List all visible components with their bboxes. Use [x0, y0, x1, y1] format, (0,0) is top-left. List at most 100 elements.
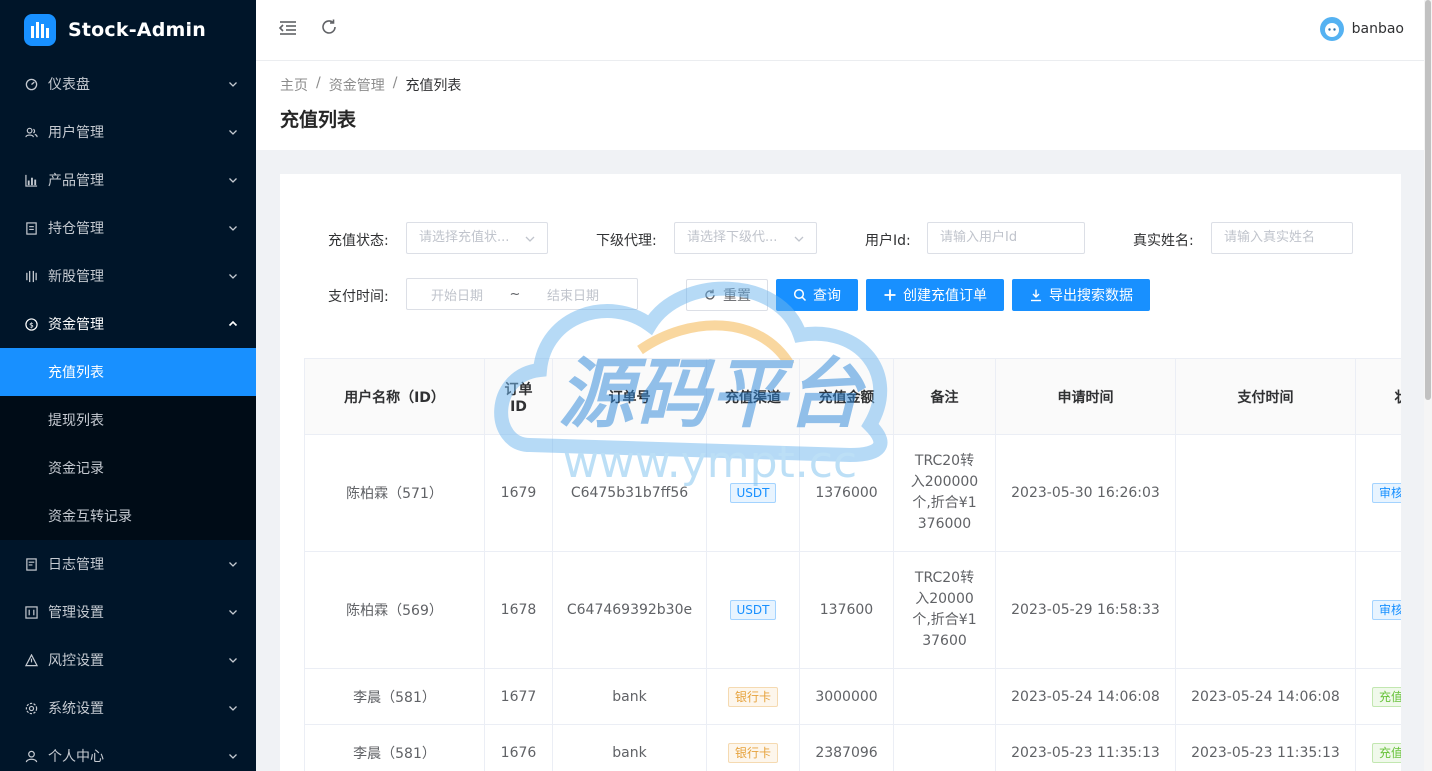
sidebar-item-label: 产品管理: [48, 173, 104, 189]
breadcrumb-separator: /: [392, 75, 398, 91]
sidebar-subitem[interactable]: 充值列表: [0, 348, 256, 396]
download-icon: [1031, 289, 1041, 302]
channel-tag: USDT: [729, 483, 777, 503]
logo-icon: [24, 14, 56, 46]
sidebar-item[interactable]: 仪表盘: [0, 60, 256, 108]
table-cell-channel: USDT: [707, 435, 800, 552]
table-cell-remark: TRC20转入20000个,折合¥137600: [894, 552, 996, 669]
pay-time-label: 支付时间:: [328, 289, 389, 305]
real-name-label: 真实姓名:: [1133, 233, 1194, 249]
menu-fold-icon[interactable]: [278, 18, 300, 40]
position-icon: [24, 221, 38, 235]
breadcrumb-current: 充值列表: [405, 78, 462, 94]
sidebar-item[interactable]: 新股管理: [0, 252, 256, 300]
table-row[interactable]: 李晨（581） 1677 bank 银行卡 3000000 2023-05-24 14:0…: [305, 669, 1401, 725]
sidebar-item-label: 资金管理: [48, 317, 104, 333]
sidebar-item[interactable]: $ 资金管理: [0, 300, 256, 348]
table-cell-amount: 3000000: [800, 669, 894, 725]
sidebar-subitem[interactable]: 提现列表: [0, 396, 256, 444]
channel-tag: 银行卡: [727, 686, 778, 707]
table-cell-id: 1678: [485, 552, 553, 669]
create-order-label: 创建充值订单: [903, 288, 987, 304]
chevron-down-icon: [229, 82, 237, 87]
export-button[interactable]: 导出搜索数据: [1012, 279, 1150, 311]
status-badge: 充值成功: [1372, 686, 1401, 707]
page-scrollbar[interactable]: [1424, 0, 1432, 771]
status-placeholder: 请选择充值状...: [419, 230, 510, 245]
table-cell-id: 1677: [485, 669, 553, 725]
column-header[interactable]: 支付时间: [1176, 359, 1356, 435]
column-header[interactable]: 状态: [1356, 359, 1401, 435]
chevron-down-icon: [229, 226, 237, 231]
real-name-input[interactable]: 请输入真实姓名: [1211, 222, 1353, 254]
table-cell-order-no: C6475b31b7ff56: [553, 435, 707, 552]
pay-time-range[interactable]: 开始日期 ~ 结束日期: [406, 278, 638, 310]
table-row[interactable]: 陈柏霖（571） 1679 C6475b31b7ff56 USDT 1376000 TRC…: [305, 435, 1401, 552]
table-cell-pay-time: [1176, 435, 1356, 552]
sidebar-item[interactable]: 管理设置: [0, 588, 256, 636]
sidebar-item[interactable]: 产品管理: [0, 156, 256, 204]
page-title: 充值列表: [280, 109, 357, 131]
sidebar-item-label: 风控设置: [48, 653, 104, 669]
user-id-input[interactable]: 请输入用户Id: [927, 222, 1085, 254]
breadcrumb: 主页 / 资金管理 / 充值列表: [280, 75, 461, 95]
settings-icon: [24, 701, 38, 715]
user-icon: [24, 749, 38, 763]
scrollbar-thumb[interactable]: [1425, 0, 1431, 400]
status-select[interactable]: 请选择充值状...: [406, 222, 548, 254]
user-id-label: 用户Id:: [865, 233, 911, 249]
sidebar-item[interactable]: 系统设置: [0, 684, 256, 732]
chevron-down-icon: [229, 562, 237, 567]
column-header[interactable]: 申请时间: [996, 359, 1176, 435]
search-button[interactable]: 查询: [776, 279, 858, 311]
sidebar-subitem[interactable]: 资金记录: [0, 444, 256, 492]
breadcrumb-fund[interactable]: 资金管理: [329, 75, 385, 95]
ipo-icon: [24, 269, 38, 283]
logo[interactable]: Stock-Admin: [0, 0, 256, 60]
sidebar-item-label: 用户管理: [48, 125, 104, 141]
table-cell-amount: 137600: [800, 552, 894, 669]
table-row[interactable]: 陈柏霖（569） 1678 C647469392b30e USDT 137600 TRC2…: [305, 552, 1401, 669]
start-date-input[interactable]: 开始日期: [407, 285, 507, 304]
reset-button[interactable]: 重置: [686, 279, 768, 311]
sidebar-item-label: 仪表盘: [48, 77, 90, 93]
create-order-button[interactable]: 创建充值订单: [866, 279, 1004, 311]
column-header[interactable]: 充值金额: [800, 359, 894, 435]
status-label: 充值状态:: [328, 233, 389, 249]
chevron-down-icon: [229, 706, 237, 711]
sidebar-item[interactable]: 持仓管理: [0, 204, 256, 252]
table-cell-channel: 银行卡: [707, 669, 800, 725]
sidebar-item-label: 管理设置: [48, 605, 104, 621]
chevron-down-icon: [229, 610, 237, 615]
breadcrumb-home[interactable]: 主页: [280, 75, 308, 95]
column-header[interactable]: 订单号: [553, 359, 707, 435]
column-header[interactable]: 备注: [894, 359, 996, 435]
user-menu[interactable]: banbao: [1319, 17, 1404, 41]
table-cell-pay-time: 2023-05-24 14:06:08: [1176, 669, 1356, 725]
sidebar-item-label: 新股管理: [48, 269, 104, 285]
column-header[interactable]: 充值渠道: [707, 359, 800, 435]
agent-select[interactable]: 请选择下级代...: [674, 222, 817, 254]
sidebar-item[interactable]: 个人中心: [0, 732, 256, 771]
table-cell-user: 陈柏霖（569）: [305, 552, 485, 669]
sidebar-item[interactable]: 用户管理: [0, 108, 256, 156]
real-name-placeholder: 请输入真实姓名: [1224, 230, 1316, 245]
table-cell-user: 李晨（581）: [305, 669, 485, 725]
channel-tag: USDT: [729, 600, 777, 620]
refresh-icon[interactable]: [319, 17, 341, 39]
sidebar-item[interactable]: 日志管理: [0, 540, 256, 588]
table-header-row: 用户名称（ID）订单 ID订单号充值渠道充值金额备注申请时间支付时间状态: [305, 359, 1401, 435]
table-cell-status: 审核中: [1356, 552, 1401, 669]
column-header[interactable]: 用户名称（ID）: [305, 359, 485, 435]
table-row[interactable]: 李晨（581） 1676 bank 银行卡 2387096 2023-05-23 11:3…: [305, 725, 1401, 771]
end-date-input[interactable]: 结束日期: [523, 285, 623, 304]
column-header[interactable]: 订单 ID: [485, 359, 553, 435]
reset-label: 重置: [723, 288, 751, 304]
status-badge: 审核中: [1372, 600, 1401, 620]
chevron-up-icon: [228, 320, 238, 327]
table-cell-remark: TRC20转入200000个,折合¥1376000: [894, 435, 996, 552]
avatar: [1319, 17, 1344, 41]
sidebar-subitem[interactable]: 资金互转记录: [0, 492, 256, 540]
sidebar-item[interactable]: 风控设置: [0, 636, 256, 684]
table-cell-id: 1676: [485, 725, 553, 771]
